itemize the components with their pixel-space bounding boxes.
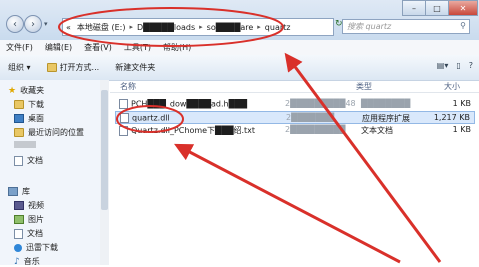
column-name[interactable]: 名称 [120, 81, 136, 92]
downloads-folder-icon [14, 100, 24, 109]
open-with-label: 打开方式... [59, 63, 100, 72]
menu-tools[interactable]: 工具(T) [118, 42, 157, 53]
minimize-button[interactable]: – [402, 0, 426, 16]
file-name: quartz.dll [132, 113, 170, 123]
close-button[interactable]: ✕ [448, 0, 478, 16]
file-size: 1,217 KB [433, 113, 470, 122]
file-row[interactable]: Quartz.dll_PChome下███绍.txt 2█████████ 文本… [115, 124, 475, 137]
text-file-icon [119, 125, 128, 136]
sidebar-label: 库 [22, 187, 30, 196]
redacted-label [14, 141, 36, 148]
file-row[interactable]: PCH███_dow████ad.h███ 2█████████48 █████… [115, 98, 475, 111]
new-folder-label: 新建文件夹 [115, 63, 156, 72]
menu-file[interactable]: 文件(F) [0, 42, 39, 53]
star-icon: ★ [8, 85, 17, 96]
file-date: 2█████████ [285, 125, 346, 134]
sidebar-item-videos[interactable]: 视频 [14, 200, 44, 211]
sidebar-item-desktop[interactable]: 桌面 [14, 113, 44, 124]
breadcrumb-drive[interactable]: 本地磁盘 (E:) [74, 22, 129, 33]
sidebar-label: 文档 [27, 156, 43, 165]
sidebar-item-documents[interactable]: 文档 [14, 228, 43, 239]
preview-pane-icon[interactable]: ▯ [456, 61, 460, 70]
column-type[interactable]: 类型 [356, 81, 372, 92]
file-type: 文本文档 [361, 126, 393, 135]
file-type: ████████ [361, 99, 411, 108]
file-date: 2███████ [286, 113, 335, 122]
back-button[interactable]: ‹ [6, 15, 24, 33]
sidebar-scrollbar[interactable] [100, 80, 109, 265]
search-input[interactable]: 搜索 quartz ⚲ [342, 19, 470, 34]
navigation-pane: ★ 收藏夹 下载 桌面 最近访问的位置 文档 库 视频 图片 文档 迅雷下载 ♪ 音… [0, 80, 101, 267]
sidebar-label: 最近访问的位置 [28, 128, 84, 137]
column-header: 名称 类型 大小 [110, 80, 479, 93]
sidebar-item-blurred[interactable] [14, 141, 36, 148]
sidebar-item-library[interactable]: 库 [8, 186, 30, 197]
sidebar-item-downloads[interactable]: 下载 [14, 99, 44, 110]
forward-button[interactable]: › [24, 15, 42, 33]
document-icon [14, 155, 23, 166]
sidebar-label: 下载 [28, 100, 44, 109]
picture-icon [14, 215, 24, 224]
file-type: 应用程序扩展 [362, 114, 410, 123]
new-folder-button[interactable]: 新建文件夹 [107, 62, 163, 73]
sidebar-item-pictures[interactable]: 图片 [14, 214, 44, 225]
search-placeholder: 搜索 quartz [347, 22, 392, 31]
document-icon [14, 228, 23, 239]
organize-button[interactable]: 组织 ▾ [0, 62, 39, 73]
maximize-button[interactable]: □ [425, 0, 449, 16]
forward-arrow-icon: › [31, 18, 35, 30]
breadcrumb-software[interactable]: so████are [204, 23, 257, 32]
html-file-icon [119, 99, 128, 109]
file-list: 名称 类型 大小 PCH███_dow████ad.h███ 2████████… [110, 80, 479, 265]
sidebar-label: 图片 [28, 215, 44, 224]
music-icon: ♪ [14, 256, 20, 267]
sidebar-label: 桌面 [28, 114, 44, 123]
file-name: PCH███_dow████ad.h███ [131, 99, 248, 109]
sidebar-item-thunder[interactable]: 迅雷下载 [14, 242, 58, 253]
sidebar-item-music[interactable]: ♪ 音乐 [14, 256, 40, 267]
sidebar-label: 视频 [28, 201, 44, 210]
breadcrumb-downloads[interactable]: D█████loads [134, 23, 198, 32]
search-icon[interactable]: ⚲ [460, 21, 466, 30]
library-icon [8, 187, 18, 196]
column-size[interactable]: 大小 [444, 81, 460, 92]
recent-places-icon [14, 128, 24, 137]
thunder-download-icon [14, 243, 22, 252]
recent-pages-dropdown-icon[interactable]: ▾ [44, 20, 48, 28]
sidebar-label: 迅雷下载 [26, 243, 58, 252]
view-options-icon[interactable]: ▤▾ [437, 61, 449, 70]
sidebar-item-recent[interactable]: 最近访问的位置 [14, 127, 84, 138]
back-arrow-icon: ‹ [13, 18, 17, 30]
menu-edit[interactable]: 编辑(E) [39, 42, 78, 53]
sidebar-item-favorites[interactable]: ★ 收藏夹 [8, 85, 44, 96]
file-name: Quartz.dll_PChome下███绍.txt [131, 126, 256, 135]
menu-help[interactable]: 帮助(H) [157, 42, 197, 53]
dll-file-icon [120, 113, 129, 123]
menu-bar: 文件(F) 编辑(E) 查看(V) 工具(T) 帮助(H) [0, 40, 479, 55]
file-row-selected[interactable]: quartz.dll 2███████ 应用程序扩展 1,217 KB [115, 111, 475, 124]
command-bar: 组织 ▾ 打开方式... 新建文件夹 ▤▾ ▯ ? [0, 55, 479, 81]
file-size: 1 KB [452, 125, 471, 134]
organize-label: 组织 ▾ [8, 63, 31, 72]
sidebar-label: 收藏夹 [20, 86, 45, 95]
breadcrumb-quartz[interactable]: quartz [262, 23, 294, 32]
open-with-button[interactable]: 打开方式... [39, 62, 108, 73]
help-icon[interactable]: ? [469, 61, 473, 70]
sidebar-label: 音乐 [23, 257, 40, 266]
address-bar[interactable]: « 本地磁盘 (E:) ▸ D█████loads ▸ so████are ▸ … [62, 18, 334, 36]
video-icon [14, 201, 24, 210]
sidebar-label: 文档 [27, 229, 43, 238]
sidebar-item-documents-fav[interactable]: 文档 [14, 155, 43, 166]
file-size: 1 KB [452, 99, 471, 108]
scrollbar-thumb[interactable] [101, 90, 108, 210]
desktop-icon [14, 114, 24, 123]
menu-view[interactable]: 查看(V) [78, 42, 118, 53]
open-with-icon [46, 63, 57, 72]
file-date: 2█████████48 [285, 99, 356, 108]
address-prefix: « [66, 22, 71, 32]
